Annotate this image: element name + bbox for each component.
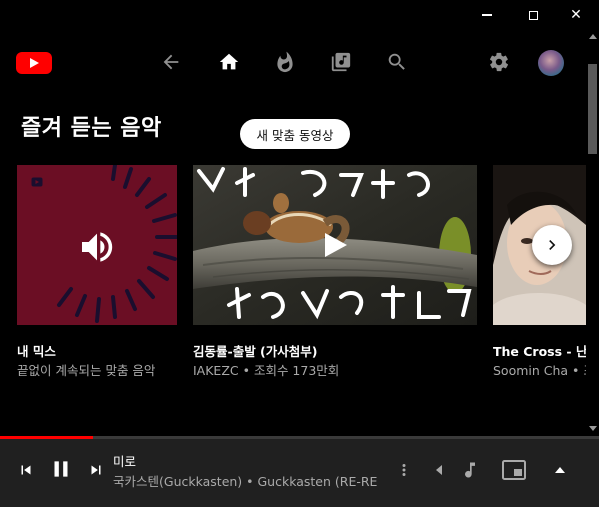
- expand-up-icon[interactable]: [548, 460, 572, 480]
- back-arrow-icon[interactable]: [158, 49, 184, 75]
- progress-fill: [0, 436, 93, 439]
- music-note-icon[interactable]: [458, 458, 482, 482]
- trending-fire-icon[interactable]: [272, 49, 298, 75]
- miniplayer-icon[interactable]: [500, 458, 528, 482]
- section-title: 즐겨 듣는 음악: [21, 116, 162, 141]
- card-title[interactable]: 내 믹스: [17, 341, 177, 360]
- song-artist[interactable]: 국카스텐(Guckkasten) • Guckkasten (RE-RE: [113, 471, 385, 490]
- carousel-next-button[interactable]: [532, 225, 572, 265]
- chevron-right-icon: [549, 240, 556, 250]
- play-icon: [325, 233, 347, 257]
- youtube-logo[interactable]: [16, 52, 52, 74]
- new-videos-button[interactable]: 새 맞춤 동영상: [240, 119, 350, 149]
- card-subtitle: IAKEZC • 조회수 173만회: [193, 363, 340, 378]
- card-subtitle: Soomin Cha • 조: [493, 363, 586, 378]
- scrollbar-thumb[interactable]: [588, 64, 597, 154]
- song-title[interactable]: 미로: [113, 451, 136, 470]
- gear-icon[interactable]: [486, 49, 512, 75]
- scroll-down-icon[interactable]: [589, 426, 597, 431]
- video-thumbnail[interactable]: [193, 165, 477, 325]
- next-track-icon[interactable]: [84, 458, 108, 482]
- home-icon[interactable]: [216, 49, 242, 75]
- minimize-button[interactable]: [464, 0, 510, 30]
- card-subtitle: 끝없이 계속되는 맞춤 음악: [17, 363, 156, 378]
- more-options-icon[interactable]: [394, 458, 414, 482]
- my-mix-thumbnail[interactable]: [17, 165, 177, 325]
- card-video-the-cross[interactable]: The Cross - 난 Soomin Cha • 조: [493, 165, 586, 405]
- player-bar: 미로 국카스텐(Guckkasten) • Guckkasten (RE-RE: [0, 436, 599, 507]
- avatar[interactable]: [538, 50, 564, 76]
- maximize-icon: [528, 10, 538, 20]
- progress-bar[interactable]: [0, 436, 599, 439]
- scroll-up-icon[interactable]: [589, 34, 597, 39]
- card-title[interactable]: The Cross - 난: [493, 341, 586, 360]
- maximize-button[interactable]: [510, 0, 556, 30]
- library-music-icon[interactable]: [328, 49, 354, 75]
- search-icon[interactable]: [384, 49, 410, 75]
- tv-icon: [31, 177, 43, 187]
- collapse-left-icon[interactable]: [432, 460, 446, 480]
- close-icon: ✕: [570, 7, 582, 23]
- previous-track-icon[interactable]: [14, 458, 38, 482]
- window-title-bar: ✕: [0, 0, 599, 30]
- speaker-icon: [82, 232, 113, 262]
- pause-icon[interactable]: [46, 454, 76, 484]
- scrollbar[interactable]: [586, 30, 599, 436]
- minimize-icon: [482, 14, 492, 16]
- card-title[interactable]: 김동률-출발 (가사첨부): [193, 341, 477, 360]
- close-button[interactable]: ✕: [553, 0, 599, 30]
